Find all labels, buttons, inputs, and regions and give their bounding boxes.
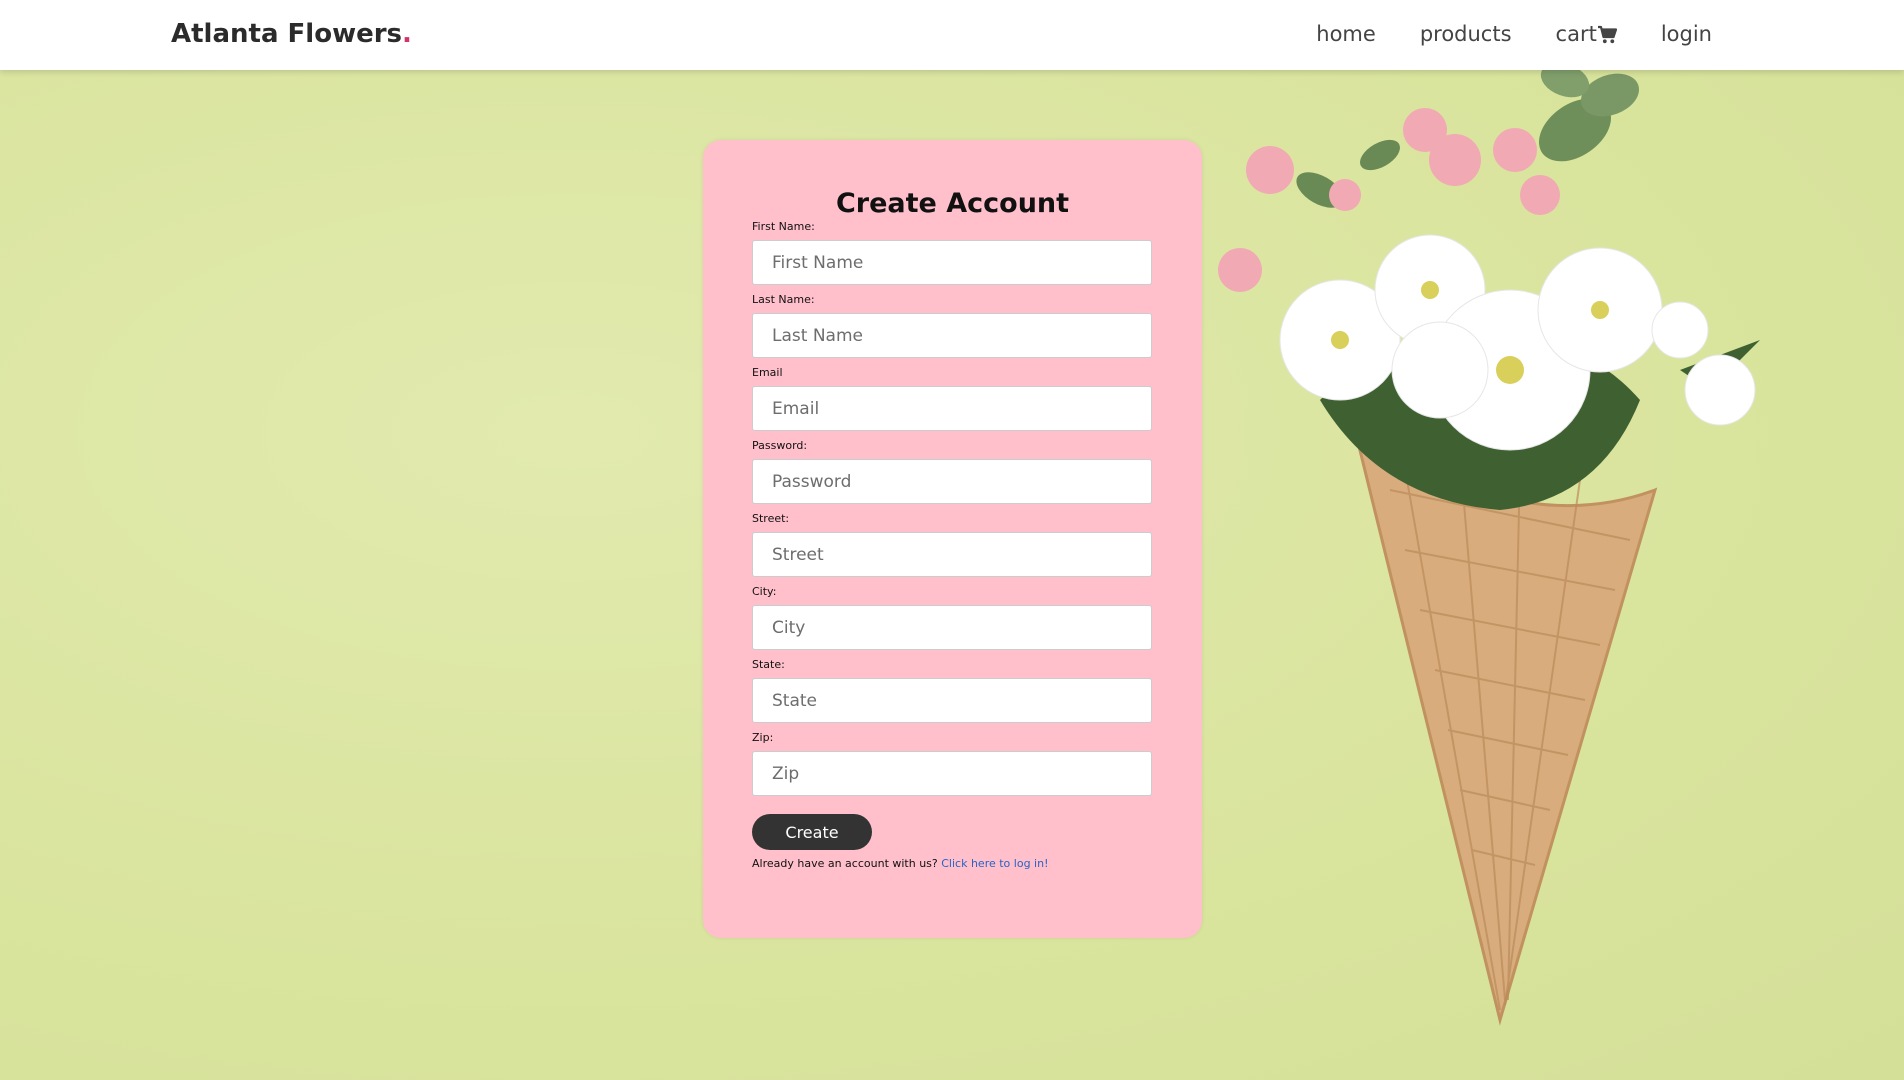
brand-dot: . [402,19,412,49]
street-input[interactable] [752,532,1152,577]
nav-login-link[interactable]: login [1661,22,1712,46]
first-name-input[interactable] [752,240,1152,285]
city-input[interactable] [752,605,1152,650]
last-name-input[interactable] [752,313,1152,358]
last-name-label: Last Name: [752,293,815,306]
zip-label: Zip: [752,731,774,744]
login-prompt: Already have an account with us? Click h… [752,857,1048,870]
nav-cart-link[interactable]: cart [1556,22,1617,46]
city-label: City: [752,585,777,598]
email-label: Email [752,366,783,379]
state-input[interactable] [752,678,1152,723]
create-account-button[interactable]: Create [752,814,872,850]
shopping-cart-icon [1597,25,1617,44]
nav-cart-label: cart [1555,22,1597,46]
form-title: Create Account [835,188,1070,219]
flower-cone-image [1218,70,1760,1026]
nav-products-link[interactable]: products [1420,22,1512,46]
first-name-label: First Name: [752,220,815,233]
zip-input[interactable] [752,751,1152,796]
create-account-card: Create Account First Name: Last Name: Em… [703,140,1202,938]
login-prompt-text: Already have an account with us? [752,857,938,870]
brand-logo[interactable]: Atlanta Flowers. [171,19,412,49]
password-label: Password: [752,439,808,452]
login-link[interactable]: Click here to log in! [941,857,1048,870]
nav-home-link[interactable]: home [1316,22,1376,46]
street-label: Street: [752,512,790,525]
state-label: State: [752,658,785,671]
top-navbar: Atlanta Flowers. home products cart logi… [0,0,1904,70]
password-input[interactable] [752,459,1152,504]
email-input[interactable] [752,386,1152,431]
main-nav: home products cart login [1316,22,1712,46]
brand-name: Atlanta Flowers [171,19,403,49]
